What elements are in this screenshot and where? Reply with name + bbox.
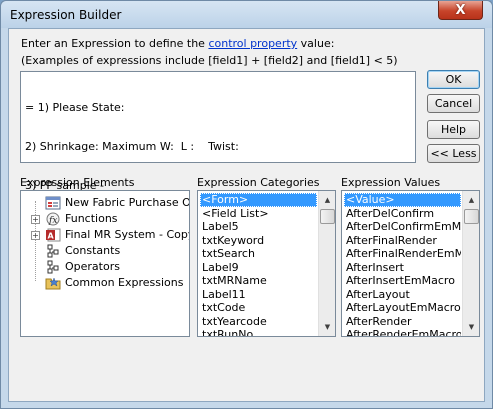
instruction-text-end: value: xyxy=(297,37,335,50)
value-list-item[interactable]: AfterFinalRender xyxy=(344,234,461,248)
form-icon xyxy=(45,196,61,210)
function-icon: fx xyxy=(45,212,61,226)
expression-line: = 1) Please State: xyxy=(25,101,125,114)
category-list-item[interactable]: txtKeyword xyxy=(200,234,317,248)
categories-items: <Form> <Field List> Label5 txtKeyword txtSea… xyxy=(200,193,317,336)
category-list-item[interactable]: <Field List> xyxy=(200,207,317,221)
tree-item-label: Constants xyxy=(65,244,121,257)
tree-guide-line xyxy=(35,201,36,281)
category-list-item[interactable]: txtSearch xyxy=(200,247,317,261)
categories-scrollbar[interactable]: ▲ ▼ xyxy=(318,191,335,336)
scrollbar-thumb[interactable] xyxy=(320,209,335,224)
tree-item-label: Functions xyxy=(65,212,118,225)
expand-icon[interactable]: + xyxy=(31,231,40,240)
value-list-item[interactable]: AfterLayout xyxy=(344,288,461,302)
value-list-item[interactable]: AfterDelConfirmEmMacro xyxy=(344,220,461,234)
tree-item-label: Final MR System - Copy.ac xyxy=(65,228,189,241)
tree-item-label: Operators xyxy=(65,260,120,273)
tree-item-label: New Fabric Purchase Orde xyxy=(65,196,190,209)
category-list-item[interactable]: txtRunNo xyxy=(200,328,317,336)
ok-button[interactable]: OK xyxy=(427,70,480,89)
value-list-item[interactable]: AfterLayoutEmMacro xyxy=(344,301,461,315)
category-list-item[interactable]: Label11 xyxy=(200,288,317,302)
value-list-item[interactable]: AfterInsertEmMacro xyxy=(344,274,461,288)
expression-elements-label: Expression Elements xyxy=(20,176,135,189)
help-button[interactable]: Help xyxy=(427,120,480,139)
svg-text:A: A xyxy=(48,232,55,241)
category-list-item[interactable]: Label5 xyxy=(200,220,317,234)
scrollbar-thumb[interactable] xyxy=(464,209,479,224)
access-database-icon: A xyxy=(45,228,61,242)
constants-icon xyxy=(45,244,61,258)
instructions: Enter an Expression to define the contro… xyxy=(21,35,398,69)
expression-textbox[interactable]: = 1) Please State: 2) Shrinkage: Maximum… xyxy=(20,71,416,229)
svg-text:fx: fx xyxy=(48,216,57,226)
title-bar[interactable]: Expression Builder X xyxy=(1,1,492,28)
scroll-down-arrow-icon[interactable]: ▼ xyxy=(464,319,479,335)
close-button[interactable]: X xyxy=(438,1,483,20)
scroll-up-arrow-icon[interactable]: ▲ xyxy=(320,192,335,208)
expand-icon[interactable]: + xyxy=(31,215,40,224)
expression-values-list[interactable]: <Value> AfterDelConfirm AfterDelConfirmEmM… xyxy=(341,190,480,337)
instruction-text: Enter an Expression to define the xyxy=(21,37,209,50)
category-list-item[interactable]: txtYearcode xyxy=(200,315,317,329)
values-scrollbar[interactable]: ▲ ▼ xyxy=(462,191,479,336)
expression-categories-list[interactable]: <Form> <Field List> Label5 txtKeyword txtSea… xyxy=(197,190,336,337)
expression-line: 2) Shrinkage: Maximum W: L : Twist: xyxy=(25,140,239,153)
scroll-up-arrow-icon[interactable]: ▲ xyxy=(464,192,479,208)
category-list-item[interactable]: <Form> xyxy=(200,193,317,207)
value-list-item[interactable]: AfterRender xyxy=(344,315,461,329)
value-list-item[interactable]: <Value> xyxy=(344,193,461,207)
dialog-body: Enter an Expression to define the contro… xyxy=(8,28,485,402)
category-list-item[interactable]: txtMRName xyxy=(200,274,317,288)
window-title: Expression Builder xyxy=(10,8,122,22)
less-button[interactable]: << Less xyxy=(427,144,480,163)
expression-elements-tree[interactable]: New Fabric Purchase Orde + fx Functions … xyxy=(20,190,190,337)
expression-categories-label: Expression Categories xyxy=(197,176,320,189)
expression-builder-window: Expression Builder X Enter an Expression… xyxy=(0,0,493,409)
value-list-item[interactable]: AfterInsert xyxy=(344,261,461,275)
operators-icon xyxy=(45,260,61,274)
value-list-item[interactable]: AfterDelConfirm xyxy=(344,207,461,221)
category-list-item[interactable]: txtCode xyxy=(200,301,317,315)
expression-values-label: Expression Values xyxy=(341,176,441,189)
control-property-link[interactable]: control property xyxy=(208,37,297,50)
value-list-item[interactable]: AfterFinalRenderEmMacr xyxy=(344,247,461,261)
examples-text: (Examples of expressions include [field1… xyxy=(21,54,398,67)
common-expressions-icon xyxy=(45,276,61,290)
value-list-item[interactable]: AfterRenderEmMacro xyxy=(344,328,461,336)
category-list-item[interactable]: Label9 xyxy=(200,261,317,275)
cancel-button[interactable]: Cancel xyxy=(427,94,480,113)
tree-item-label: Common Expressions xyxy=(65,276,184,289)
values-items: <Value> AfterDelConfirm AfterDelConfirmEmM… xyxy=(344,193,461,336)
scroll-down-arrow-icon[interactable]: ▼ xyxy=(320,319,335,335)
